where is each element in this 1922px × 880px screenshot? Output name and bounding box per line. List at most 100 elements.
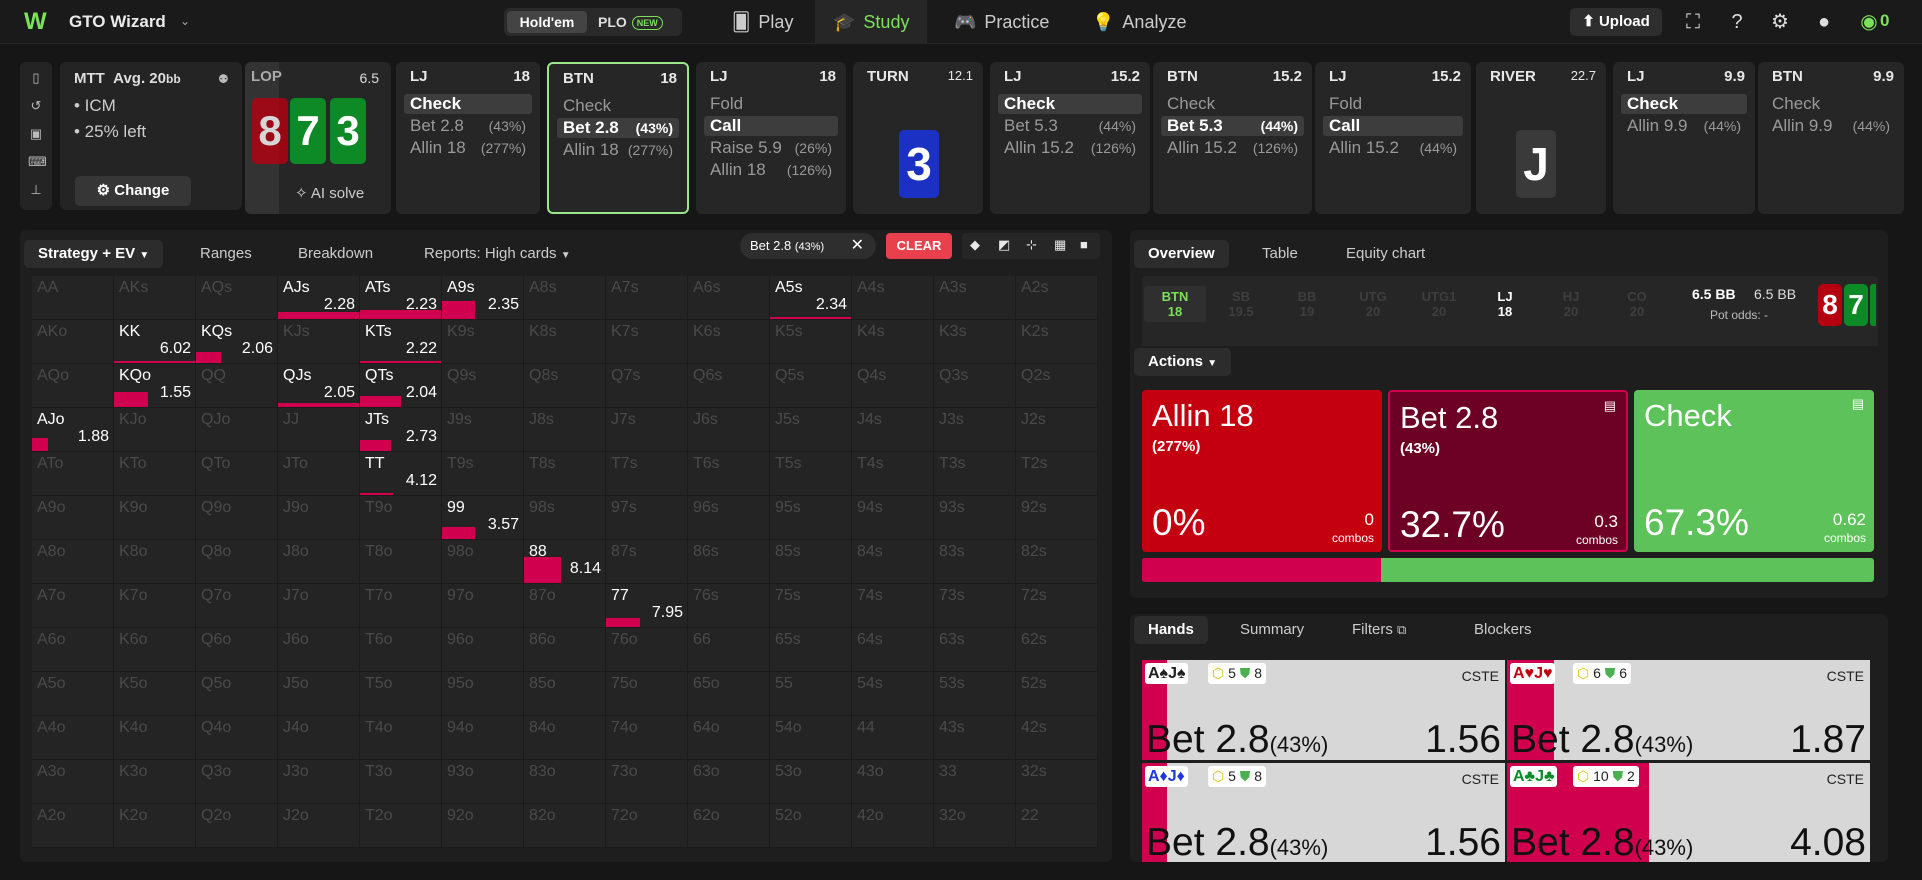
hand-cell[interactable]: J7s <box>606 408 688 452</box>
action-node-card[interactable]: LJ 9.9 Check Allin 9.9 (44%) <box>1613 62 1755 214</box>
tab-ranges[interactable]: Ranges <box>200 240 252 268</box>
nav-study[interactable]: 🎓 Study <box>815 0 928 44</box>
hand-cell[interactable]: A8s <box>524 276 606 320</box>
action-option[interactable]: Check <box>1621 94 1747 114</box>
hand-cell[interactable]: K6s <box>688 320 770 364</box>
holdem-tab[interactable]: Hold'em <box>507 11 587 33</box>
hand-cell[interactable]: Q9o <box>196 496 278 540</box>
action-node-card[interactable]: LJ 18 Check Bet 2.8 (43%) Allin 18 (277%) <box>396 62 540 214</box>
action-node-card[interactable]: LJ 15.2 Fold Call Allin 15.2 (44%) <box>1315 62 1471 214</box>
hand-cell[interactable]: 86s <box>688 540 770 584</box>
hand-cell[interactable]: 2.34 A5s <box>770 276 852 320</box>
hand-cell[interactable]: 32s <box>1016 760 1098 804</box>
hand-cell[interactable]: 44 <box>852 716 934 760</box>
hand-cell[interactable]: A6s <box>688 276 770 320</box>
hand-cell[interactable]: T3s <box>934 452 1016 496</box>
hand-cell[interactable]: 94s <box>852 496 934 540</box>
hand-cell[interactable]: 83o <box>524 760 606 804</box>
align-icon[interactable]: ⊥ <box>28 182 44 198</box>
hand-cell[interactable]: 1.88 AJo <box>32 408 114 452</box>
hand-cell[interactable]: Q5s <box>770 364 852 408</box>
hand-cell[interactable]: JJ <box>278 408 360 452</box>
notes-icon[interactable]: ▤ <box>1852 396 1864 412</box>
hand-cell[interactable]: T6s <box>688 452 770 496</box>
hand-cell[interactable]: 76s <box>688 584 770 628</box>
hand-cell[interactable]: AKo <box>32 320 114 364</box>
actions-dropdown[interactable]: Actions ▼ <box>1134 348 1232 376</box>
hand-cell[interactable]: 97o <box>442 584 524 628</box>
hand-cell[interactable]: Q7o <box>196 584 278 628</box>
bookmark-icon[interactable]: ▯ <box>28 70 44 86</box>
hand-cell[interactable]: 1.55 KQo <box>114 364 196 408</box>
hand-cell[interactable]: 32o <box>934 804 1016 848</box>
position-button[interactable]: HJ 20 <box>1540 286 1602 322</box>
hand-cell[interactable]: T2o <box>360 804 442 848</box>
hand-cell[interactable]: T8o <box>360 540 442 584</box>
filter-chip[interactable]: Bet 2.8 (43%) ✕ <box>740 233 876 259</box>
hand-cell[interactable]: J4s <box>852 408 934 452</box>
hand-cell[interactable]: T7s <box>606 452 688 496</box>
hand-cell[interactable]: K2o <box>114 804 196 848</box>
hand-cell[interactable]: 72s <box>1016 584 1098 628</box>
hand-cell[interactable]: K9s <box>442 320 524 364</box>
hand-cell[interactable]: 87s <box>606 540 688 584</box>
action-option[interactable]: Bet 2.8 (43%) <box>404 116 532 136</box>
hand-cell[interactable]: 42o <box>852 804 934 848</box>
action-option[interactable]: Bet 2.8 (43%) <box>557 118 679 138</box>
hand-cell[interactable]: 65o <box>688 672 770 716</box>
clear-button[interactable]: CLEAR <box>886 233 952 259</box>
hand-cell[interactable]: 76o <box>606 628 688 672</box>
hand-cell[interactable]: Q7s <box>606 364 688 408</box>
hand-cell[interactable]: 95s <box>770 496 852 540</box>
hand-cell[interactable]: T5o <box>360 672 442 716</box>
hand-cell[interactable]: J3o <box>278 760 360 804</box>
hand-cell[interactable]: J5s <box>770 408 852 452</box>
hand-cell[interactable]: A2o <box>32 804 114 848</box>
app-name[interactable]: GTO Wizard <box>69 12 166 32</box>
hand-cell[interactable]: AQs <box>196 276 278 320</box>
hand-cell[interactable]: 65s <box>770 628 852 672</box>
hand-cell[interactable]: A8o <box>32 540 114 584</box>
hand-cell[interactable]: 96s <box>688 496 770 540</box>
action-node-card[interactable]: BTN 9.9 Check Allin 9.9 (44%) <box>1758 62 1904 214</box>
upload-button[interactable]: ⬆ Upload <box>1570 8 1662 36</box>
hand-cell[interactable]: T6o <box>360 628 442 672</box>
hand-cell[interactable]: 62o <box>688 804 770 848</box>
hand-cell[interactable]: K3s <box>934 320 1016 364</box>
hand-cell[interactable]: 82s <box>1016 540 1098 584</box>
hand-cell[interactable]: 7.95 77 <box>606 584 688 628</box>
hand-cell[interactable]: J8o <box>278 540 360 584</box>
hand-cell[interactable]: A5o <box>32 672 114 716</box>
screenshot-icon[interactable]: ⛶ <box>1681 10 1705 34</box>
position-button[interactable]: SB 19.5 <box>1210 286 1272 322</box>
hand-cell[interactable]: 92o <box>442 804 524 848</box>
hand-cell[interactable]: 74s <box>852 584 934 628</box>
hand-cell[interactable]: A6o <box>32 628 114 672</box>
tab-overview[interactable]: Overview <box>1134 240 1229 268</box>
hand-cell[interactable]: Q2s <box>1016 364 1098 408</box>
action-card[interactable]: Check 67.3% 0.62 combos ▤ <box>1634 390 1874 552</box>
action-option[interactable]: Bet 5.3 (44%) <box>1161 116 1304 136</box>
hand-cell[interactable]: K4o <box>114 716 196 760</box>
chevron-down-icon[interactable]: ⌄ <box>180 14 190 28</box>
turn-card[interactable]: TURN 12.1 3 <box>853 62 983 214</box>
tab-reports[interactable]: Reports: High cards ▼ <box>424 240 571 268</box>
hand-cell[interactable]: 64s <box>852 628 934 672</box>
change-button[interactable]: ⚙ Change <box>75 176 191 206</box>
tab-summary[interactable]: Summary <box>1240 616 1304 644</box>
hand-cell[interactable]: 93o <box>442 760 524 804</box>
position-button[interactable]: CO 20 <box>1606 286 1668 322</box>
hand-cell[interactable]: K7o <box>114 584 196 628</box>
hand-cell[interactable]: 96o <box>442 628 524 672</box>
action-option[interactable]: Raise 5.9 (26%) <box>704 138 838 158</box>
hand-cell[interactable]: 73s <box>934 584 1016 628</box>
tab-table[interactable]: Table <box>1262 240 1298 268</box>
wizard-coin-icon[interactable]: ◉ <box>1857 10 1881 34</box>
hand-cell[interactable]: 66 <box>688 628 770 672</box>
hand-cell[interactable]: 93s <box>934 496 1016 540</box>
hand-cell[interactable]: T4s <box>852 452 934 496</box>
hand-combo-card[interactable]: A♦J♦ ⬡ 5 ⛊ 8 CSTE Bet 2.8(43%) 1.56 <box>1142 763 1505 862</box>
hand-cell[interactable]: 2.28 AJs <box>278 276 360 320</box>
hand-combo-card[interactable]: A♣J♣ ⬡ 10 ⛊ 2 CSTE Bet 2.8(43%) 4.08 <box>1507 763 1870 862</box>
action-option[interactable]: Check <box>998 94 1142 114</box>
